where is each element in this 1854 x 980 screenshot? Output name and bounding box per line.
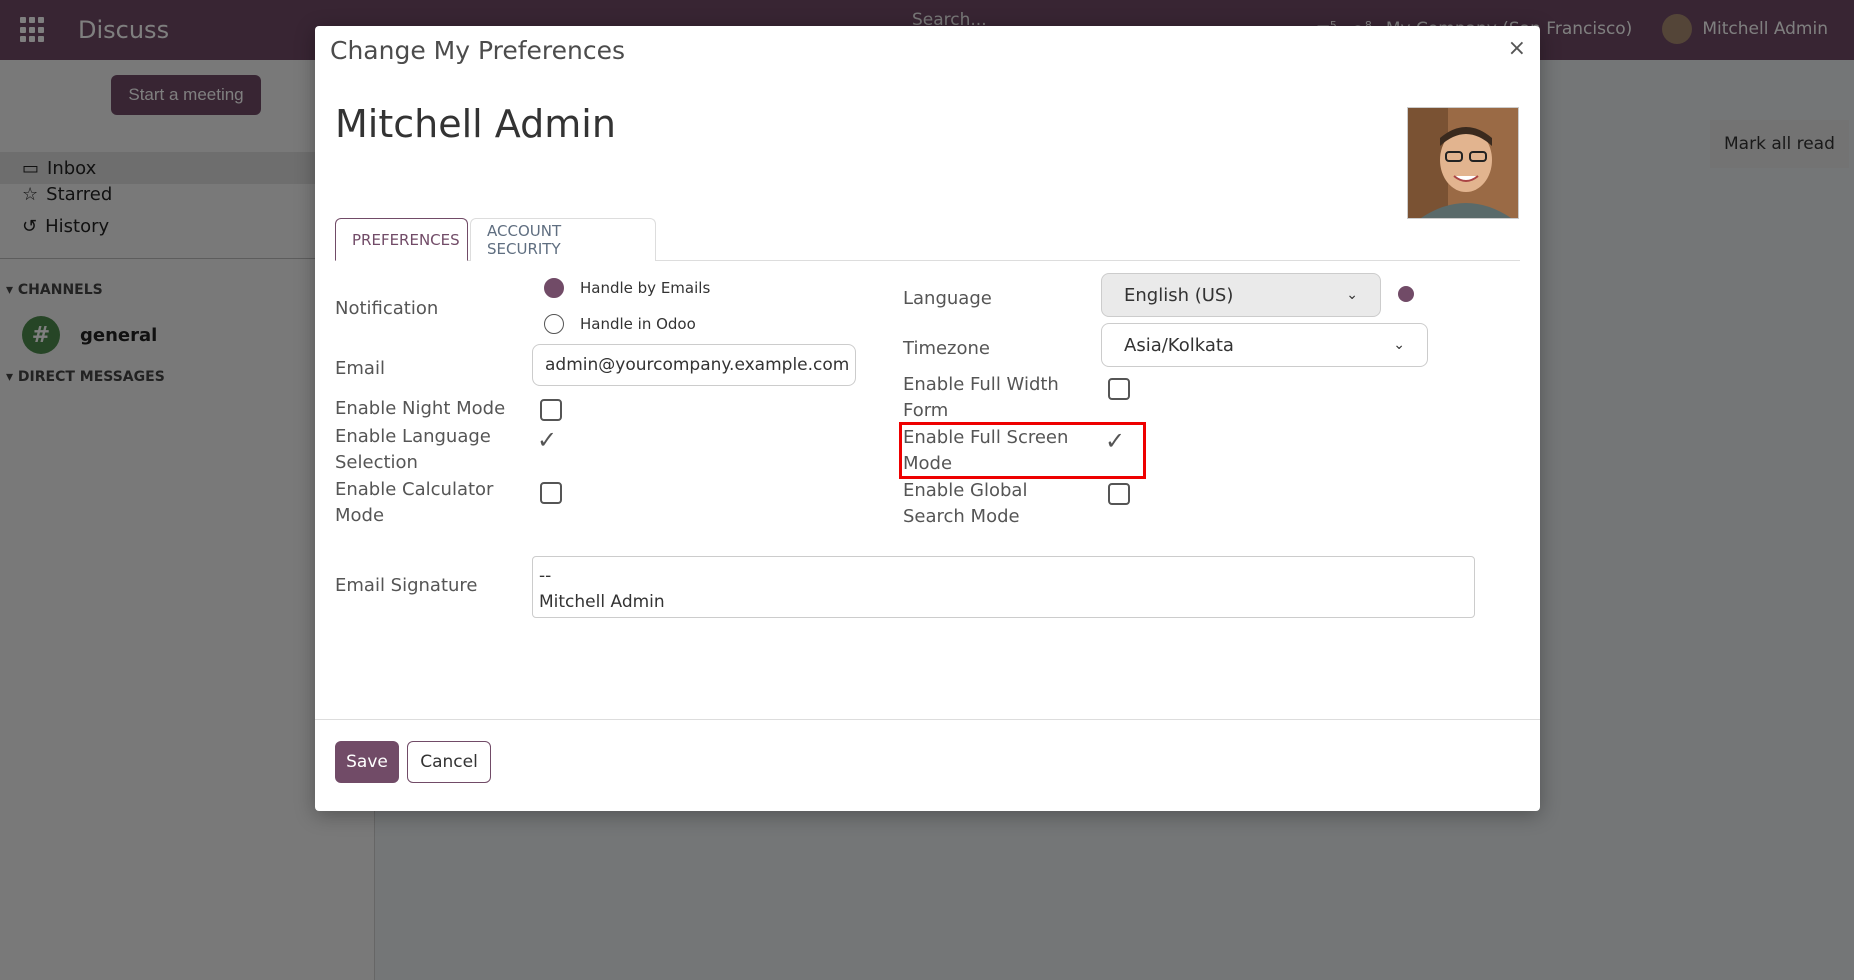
chevron-down-icon: ⌄: [1346, 287, 1358, 303]
global-search-checkbox[interactable]: [1108, 483, 1130, 505]
radio-handle-by-emails[interactable]: Handle by Emails: [544, 278, 710, 298]
language-selection-checkbox[interactable]: ✓: [537, 426, 557, 454]
calculator-mode-checkbox[interactable]: [540, 482, 562, 504]
full-width-checkbox[interactable]: [1108, 378, 1130, 400]
preferences-tabs: PREFERENCES ACCOUNT SECURITY: [335, 218, 1520, 261]
night-mode-label: Enable Night Mode: [335, 398, 506, 419]
language-select[interactable]: English (US) ⌄: [1101, 273, 1381, 317]
language-label: Language: [903, 288, 992, 309]
radio-selected-icon: [544, 278, 564, 298]
radio-handle-in-odoo[interactable]: Handle in Odoo: [544, 314, 696, 334]
full-width-label: Enable Full Width Form: [903, 374, 1059, 421]
radio-unselected-icon: [544, 314, 564, 334]
footer-divider: [315, 719, 1540, 720]
close-icon[interactable]: ×: [1508, 36, 1526, 61]
dialog-title: Change My Preferences: [330, 36, 626, 65]
highlight-box: [899, 422, 1146, 479]
calculator-mode-label: Enable Calculator Mode: [335, 479, 494, 526]
timezone-label: Timezone: [903, 338, 990, 359]
notification-label: Notification: [335, 298, 439, 319]
email-label: Email: [335, 358, 385, 379]
global-search-label: Enable Global Search Mode: [903, 480, 1028, 527]
globe-icon[interactable]: [1398, 286, 1414, 302]
signature-label: Email Signature: [335, 575, 478, 596]
user-name-heading: Mitchell Admin: [335, 102, 616, 146]
tab-preferences[interactable]: PREFERENCES: [335, 218, 468, 261]
night-mode-checkbox[interactable]: [540, 399, 562, 421]
chevron-down-icon: ⌄: [1393, 337, 1405, 353]
user-photo[interactable]: [1407, 107, 1519, 219]
timezone-select[interactable]: Asia/Kolkata ⌄: [1101, 323, 1428, 367]
tab-account-security[interactable]: ACCOUNT SECURITY: [470, 218, 656, 261]
email-field[interactable]: admin@yourcompany.example.com: [532, 344, 856, 386]
signature-editor[interactable]: -- Mitchell Admin: [532, 556, 1475, 618]
language-selection-label: Enable Language Selection: [335, 426, 491, 473]
cancel-button[interactable]: Cancel: [407, 741, 491, 783]
preferences-dialog: Change My Preferences × Mitchell Admin P…: [315, 26, 1540, 811]
save-button[interactable]: Save: [335, 741, 399, 783]
